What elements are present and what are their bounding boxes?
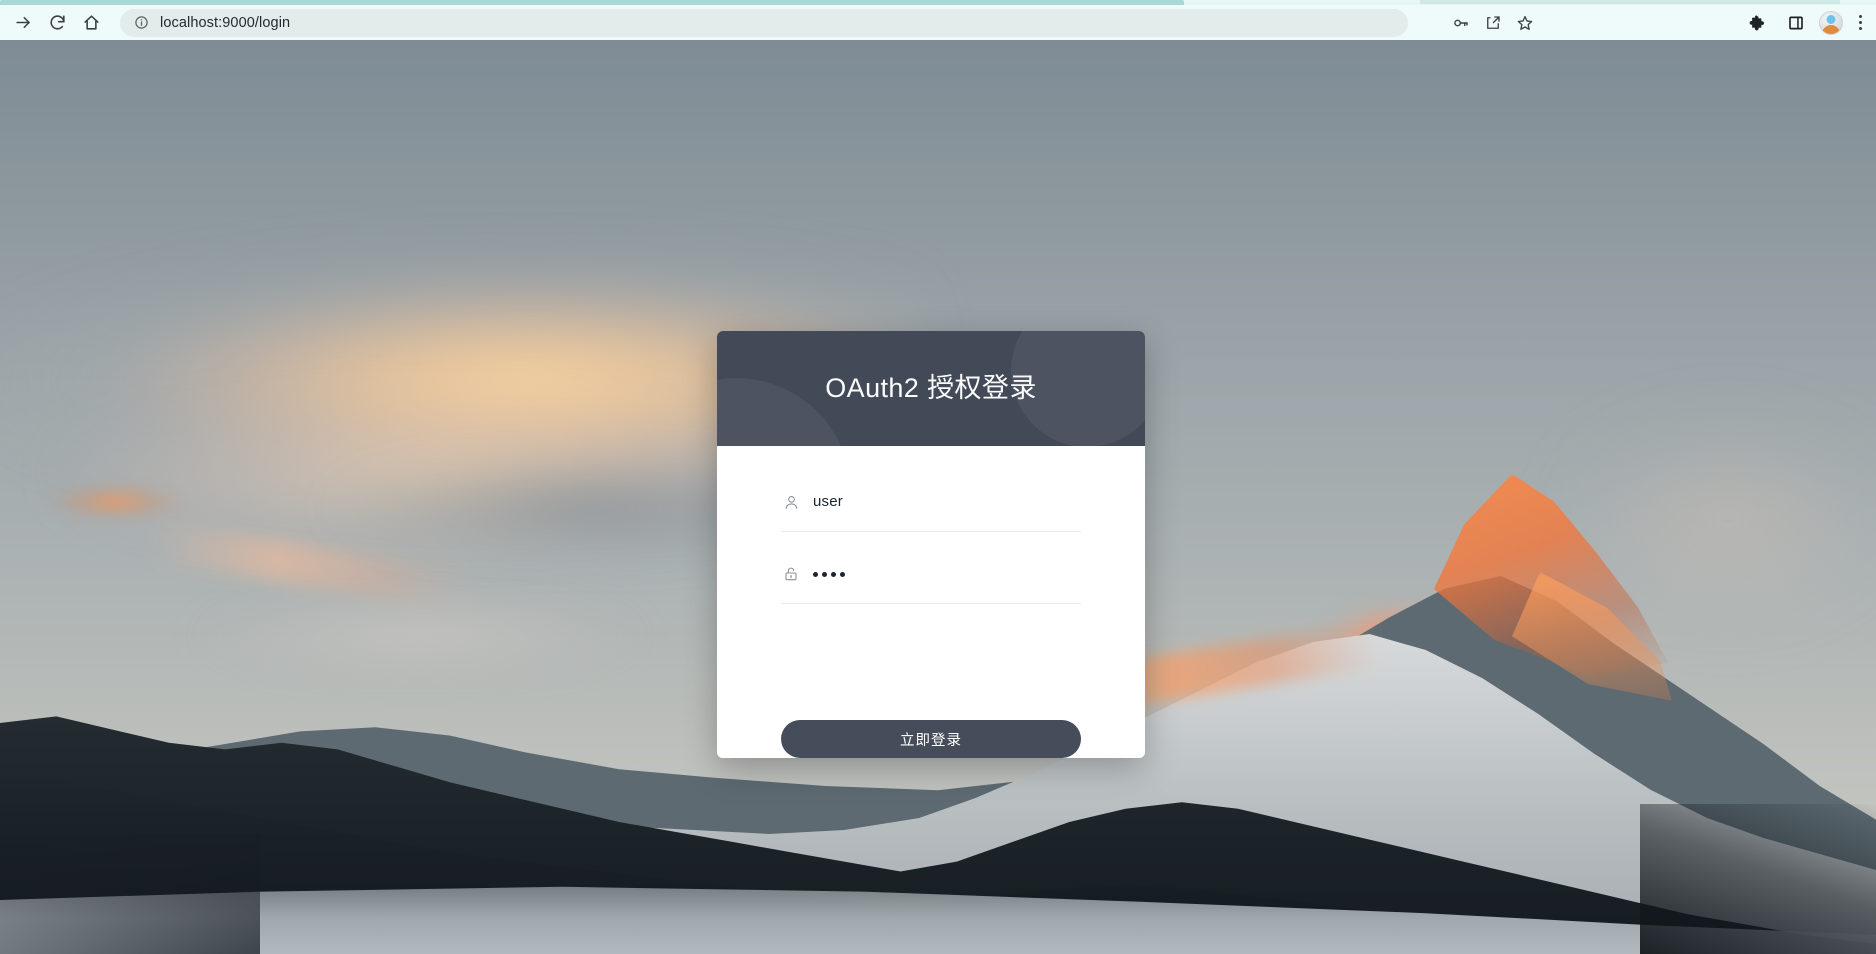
username-value: user [813, 493, 843, 510]
navigation-buttons [8, 8, 106, 38]
omnibox-action-buttons [1446, 8, 1540, 37]
username-field-underline [781, 531, 1081, 532]
inactive-tab[interactable] [1420, 0, 1840, 4]
username-field[interactable]: user [781, 484, 1081, 520]
login-card: OAuth2 授权登录 user 立即登录 [717, 331, 1145, 758]
toolbar-right-buttons [1743, 8, 1870, 37]
share-icon[interactable] [1478, 8, 1508, 38]
login-card-header: OAuth2 授权登录 [717, 331, 1145, 446]
password-field-underline [781, 603, 1081, 604]
avatar-body [1822, 24, 1840, 34]
page-title: OAuth2 授权登录 [825, 373, 1037, 403]
avatar[interactable] [1819, 10, 1843, 35]
login-button[interactable]: 立即登录 [781, 720, 1081, 758]
side-panel-icon[interactable] [1781, 8, 1811, 38]
key-icon[interactable] [1446, 8, 1476, 38]
left-peak-alpenglow [40, 480, 190, 524]
reload-button[interactable] [42, 8, 72, 38]
avatar-head [1826, 14, 1836, 24]
home-button[interactable] [76, 8, 106, 38]
browser-toolbar: localhost:9000/login [0, 5, 1876, 40]
address-bar[interactable]: localhost:9000/login [120, 8, 1408, 37]
user-icon [781, 492, 801, 512]
login-form: user 立即登录 [717, 484, 1145, 758]
url-text: localhost:9000/login [160, 14, 291, 31]
lock-icon [781, 564, 801, 584]
browser-chrome: localhost:9000/login [0, 0, 1876, 40]
info-circle-icon[interactable] [132, 14, 150, 32]
password-value [813, 564, 845, 584]
foreground-shadow-right [1640, 804, 1876, 954]
puzzle-piece-icon[interactable] [1743, 8, 1773, 38]
three-dots-icon[interactable] [1851, 15, 1870, 30]
forward-button[interactable] [8, 8, 38, 38]
star-icon[interactable] [1510, 8, 1540, 38]
password-field[interactable] [781, 556, 1081, 592]
page-viewport: OAuth2 授权登录 user 立即登录 [0, 40, 1876, 954]
foreground-shadow-left [0, 834, 260, 954]
